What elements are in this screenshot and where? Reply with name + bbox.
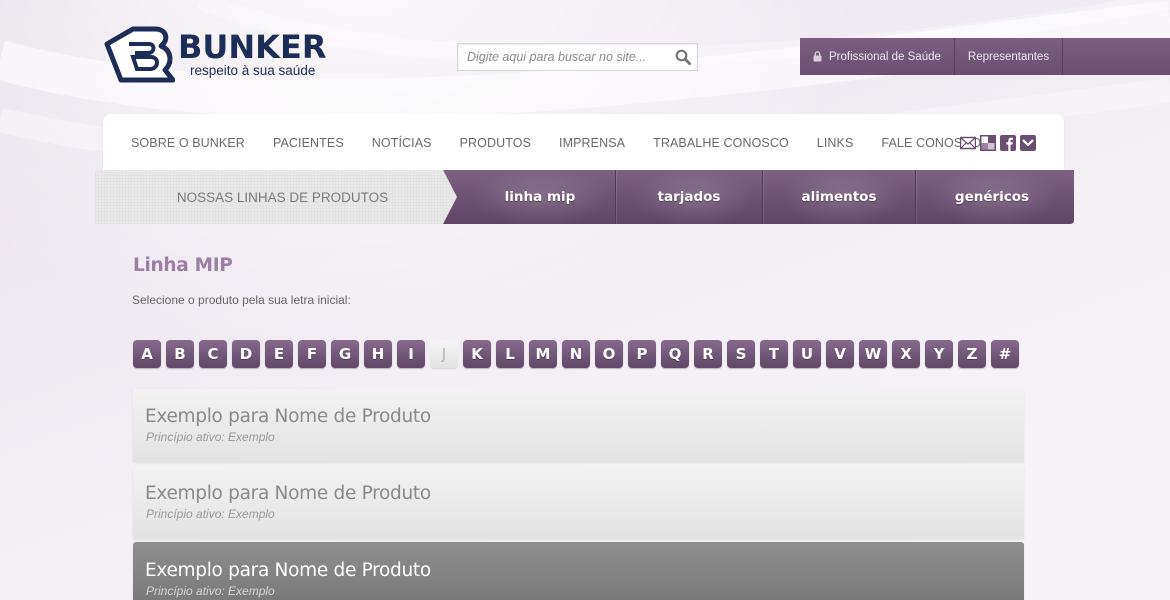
- letter-e-button[interactable]: E: [265, 340, 293, 368]
- nav-item-imprensa[interactable]: IMPRENSA: [559, 136, 625, 150]
- tab-genericos[interactable]: genéricos: [916, 170, 1068, 224]
- letter-j-button[interactable]: J: [430, 340, 458, 368]
- orkut-icon[interactable]: [1020, 135, 1036, 151]
- letter-h-button[interactable]: H: [364, 340, 392, 368]
- letter-y-button[interactable]: Y: [925, 340, 953, 368]
- page-title: Linha MIP: [133, 255, 233, 276]
- letter-t-button[interactable]: T: [760, 340, 788, 368]
- lock-icon: [813, 51, 822, 62]
- representatives-link[interactable]: Representantes: [955, 38, 1064, 75]
- letter-x-button[interactable]: X: [892, 340, 920, 368]
- letter-i-button[interactable]: I: [397, 340, 425, 368]
- bunker-logo-icon: [104, 26, 175, 83]
- tab-alimentos[interactable]: alimentos: [763, 170, 915, 224]
- letter-k-button[interactable]: K: [463, 340, 491, 368]
- search-input[interactable]: [458, 44, 668, 70]
- brand-tagline: respeito à sua saúde: [190, 63, 316, 78]
- facebook-icon[interactable]: [1000, 135, 1016, 151]
- letter-g-button[interactable]: G: [331, 340, 359, 368]
- nav-item-noticias[interactable]: NOTÍCIAS: [372, 136, 432, 150]
- professional-health-link[interactable]: Profissional de Saúde: [800, 38, 955, 75]
- search-icon[interactable]: [675, 49, 691, 65]
- letter-a-button[interactable]: A: [133, 340, 161, 368]
- letter-w-button[interactable]: W: [859, 340, 887, 368]
- letter-q-button[interactable]: Q: [661, 340, 689, 368]
- nav-item-pacientes[interactable]: PACIENTES: [273, 136, 344, 150]
- letter-b-button[interactable]: B: [166, 340, 194, 368]
- letter-l-button[interactable]: L: [496, 340, 524, 368]
- main-navigation: SOBRE O BUNKER PACIENTES NOTÍCIAS PRODUT…: [103, 114, 1064, 174]
- social-links: [960, 135, 1036, 151]
- product-name: Exemplo para Nome de Produto: [145, 483, 431, 504]
- letter-z-button[interactable]: Z: [958, 340, 986, 368]
- nav-item-produtos[interactable]: PRODUTOS: [460, 136, 531, 150]
- search-box: [457, 43, 698, 71]
- letter-hash-button[interactable]: #: [991, 340, 1019, 368]
- letter-f-button[interactable]: F: [298, 340, 326, 368]
- letter-o-button[interactable]: O: [595, 340, 623, 368]
- product-active-ingredient: Princípio ativo: Exemplo: [146, 430, 275, 444]
- letter-d-button[interactable]: D: [232, 340, 260, 368]
- product-name: Exemplo para Nome de Produto: [145, 560, 431, 581]
- representatives-label: Representantes: [967, 50, 1050, 63]
- product-lines-bar: NOSSAS LINHAS DE PRODUTOS linha mip tarj…: [95, 170, 1074, 224]
- product-lines-label: NOSSAS LINHAS DE PRODUTOS: [95, 170, 460, 224]
- letter-c-button[interactable]: C: [199, 340, 227, 368]
- nav-item-trabalhe[interactable]: TRABALHE CONOSCO: [653, 136, 789, 150]
- letter-s-button[interactable]: S: [727, 340, 755, 368]
- product-active-ingredient: Princípio ativo: Exemplo: [146, 507, 275, 521]
- page-subtitle: Selecione o produto pela sua letra inici…: [132, 293, 351, 307]
- product-name: Exemplo para Nome de Produto: [145, 406, 431, 427]
- professional-health-label: Profissional de Saúde: [829, 50, 941, 63]
- letter-m-button[interactable]: M: [529, 340, 557, 368]
- letter-v-button[interactable]: V: [826, 340, 854, 368]
- product-active-ingredient: Princípio ativo: Exemplo: [146, 584, 275, 598]
- top-access-bar: Profissional de Saúde Representantes: [800, 38, 1170, 75]
- letter-u-button[interactable]: U: [793, 340, 821, 368]
- delicious-icon[interactable]: [980, 135, 996, 151]
- letter-r-button[interactable]: R: [694, 340, 722, 368]
- letter-p-button[interactable]: P: [628, 340, 656, 368]
- tab-tarjados[interactable]: tarjados: [616, 170, 762, 224]
- nav-item-sobre[interactable]: SOBRE O BUNKER: [131, 136, 245, 150]
- alphabet-filter: A B C D E F G H I J K L M N O P Q R S T …: [133, 340, 1024, 368]
- tab-linha-mip[interactable]: linha mip: [465, 170, 615, 224]
- product-item[interactable]: Exemplo para Nome de Produto Princípio a…: [133, 466, 1024, 539]
- nav-item-links[interactable]: LINKS: [817, 136, 854, 150]
- letter-n-button[interactable]: N: [562, 340, 590, 368]
- email-icon[interactable]: [960, 135, 976, 151]
- product-item-selected[interactable]: Exemplo para Nome de Produto Princípio a…: [133, 542, 1024, 600]
- product-lines-tabs: linha mip tarjados alimentos genéricos: [443, 170, 1074, 224]
- brand-name: BUNKER: [178, 28, 327, 66]
- brand-logo[interactable]: BUNKER respeito à sua saúde: [103, 26, 333, 86]
- product-item[interactable]: Exemplo para Nome de Produto Princípio a…: [133, 389, 1024, 462]
